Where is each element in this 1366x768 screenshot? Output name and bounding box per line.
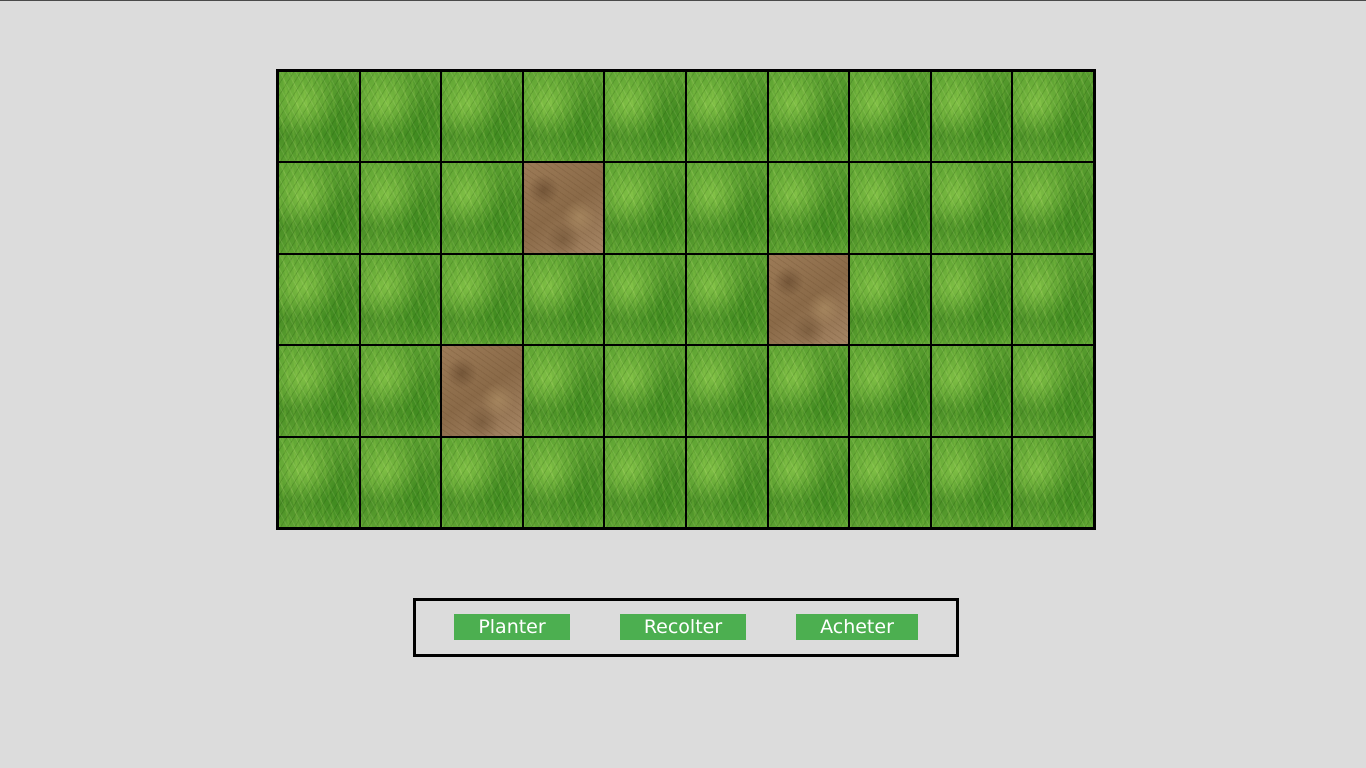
soil-tile[interactable] [523,163,604,253]
farm-grid [276,69,1096,530]
grass-tile[interactable] [686,437,767,527]
grass-tile[interactable] [442,254,522,345]
grass-tile[interactable] [279,163,359,253]
grass-tile[interactable] [850,346,930,436]
grass-tile[interactable] [442,437,522,527]
grass-tile[interactable] [523,437,604,527]
grass-tile[interactable] [605,72,685,162]
grass-tile[interactable] [850,437,930,527]
grass-tile[interactable] [360,437,441,527]
grass-tile[interactable] [850,163,930,253]
grass-tile[interactable] [768,163,849,253]
grass-tile[interactable] [279,254,359,345]
grass-tile[interactable] [768,72,849,162]
grass-tile[interactable] [442,72,522,162]
grass-tile[interactable] [523,254,604,345]
grass-tile[interactable] [850,254,930,345]
grass-tile[interactable] [523,346,604,436]
grass-tile[interactable] [768,437,849,527]
grass-tile[interactable] [279,346,359,436]
harvest-button[interactable]: Recolter [620,614,746,640]
grass-tile[interactable] [931,346,1012,436]
top-divider [0,0,1366,1]
grass-tile[interactable] [686,346,767,436]
grass-tile[interactable] [605,254,685,345]
grass-tile[interactable] [442,163,522,253]
grass-tile[interactable] [360,163,441,253]
grass-tile[interactable] [1013,254,1093,345]
grass-tile[interactable] [605,163,685,253]
grass-tile[interactable] [686,254,767,345]
grass-tile[interactable] [931,437,1012,527]
grass-tile[interactable] [605,437,685,527]
grass-tile[interactable] [279,437,359,527]
grass-tile[interactable] [931,72,1012,162]
soil-tile[interactable] [442,346,522,436]
grass-tile[interactable] [360,346,441,436]
grass-tile[interactable] [931,254,1012,345]
grass-tile[interactable] [523,72,604,162]
grass-tile[interactable] [1013,346,1093,436]
soil-tile[interactable] [768,254,849,345]
grass-tile[interactable] [279,72,359,162]
grass-tile[interactable] [1013,163,1093,253]
grass-tile[interactable] [686,163,767,253]
buy-button[interactable]: Acheter [796,614,918,640]
grass-tile[interactable] [768,346,849,436]
grass-tile[interactable] [850,72,930,162]
grass-tile[interactable] [1013,437,1093,527]
grass-tile[interactable] [360,254,441,345]
plant-button[interactable]: Planter [454,614,570,640]
grass-tile[interactable] [605,346,685,436]
grass-tile[interactable] [931,163,1012,253]
action-bar: Planter Recolter Acheter [413,598,959,657]
grass-tile[interactable] [686,72,767,162]
grass-tile[interactable] [1013,72,1093,162]
grass-tile[interactable] [360,72,441,162]
